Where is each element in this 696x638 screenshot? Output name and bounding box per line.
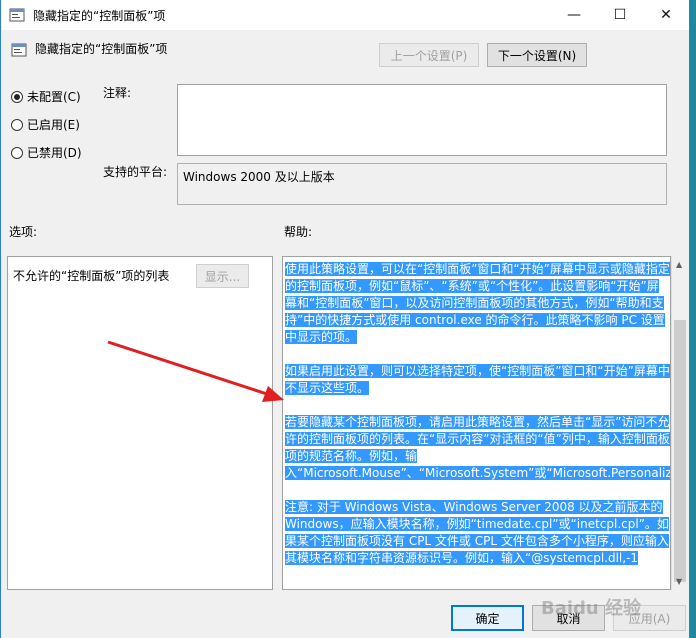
policy-setting-icon [11,43,27,57]
window-title: 隐藏指定的“控制面板”项 [33,9,166,23]
options-label: 选项: [9,225,38,239]
radio-label: 已启用(E) [27,118,80,132]
help-scrollbar[interactable]: ▲ ▼ [671,256,688,590]
previous-setting-button[interactable]: 上一个设置(P) [379,43,479,67]
scroll-up-icon[interactable]: ▲ [676,260,682,269]
policy-app-icon [9,8,25,22]
next-setting-button[interactable]: 下一个设置(N) [487,43,587,67]
scroll-down-icon[interactable]: ▼ [676,577,682,586]
radio-dot [11,118,23,131]
radio-enabled[interactable]: 已启用(E) [11,116,80,133]
radio-dot [11,90,23,103]
title-bar[interactable]: 隐藏指定的“控制面板”项 — ☐ ✕ [1,0,689,30]
baidu-watermark: Baidu 经验 [541,598,642,619]
maximize-button[interactable]: ☐ [597,0,643,30]
help-paragraph: 使用此策略设置，可以在“控制面板”窗口和“开始”屏幕中显示或隐藏指定的控制面板项… [285,262,670,344]
scrollbar-thumb[interactable] [674,320,686,582]
minimize-icon: — [567,7,581,23]
help-text: 使用此策略设置，可以在“控制面板”窗口和“开始”屏幕中显示或隐藏指定的控制面板项… [285,261,670,584]
radio-dot [11,146,23,159]
comment-textarea[interactable] [177,84,667,156]
radio-label: 未配置(C) [27,90,81,104]
policy-dialog: 隐藏指定的“控制面板”项 — ☐ ✕ 隐藏指定的“控制面板”项 上一个设置(P)… [0,0,690,638]
supported-platform-label: 支持的平台: [103,165,168,179]
help-paragraph: 如果启用此设置，则可以选择特定项，使“控制面板”窗口和“开始”屏幕中不显示这些项… [285,364,670,395]
comment-label: 注释: [103,86,132,100]
radio-label: 已禁用(D) [27,146,82,160]
setting-title: 隐藏指定的“控制面板”项 [35,42,168,56]
minimize-button[interactable]: — [551,0,597,30]
supported-platform-value: Windows 2000 及以上版本 [177,163,667,205]
help-label: 帮助: [284,225,313,239]
help-text-pane[interactable]: 使用此策略设置，可以在“控制面板”窗口和“开始”屏幕中显示或隐藏指定的控制面板项… [282,256,671,590]
radio-disabled[interactable]: 已禁用(D) [11,144,82,161]
help-paragraph: 若要隐藏某个控制面板项，请启用此策略设置，然后单击“显示”访问不允许的控制面板项… [285,415,670,480]
maximize-icon: ☐ [613,7,627,23]
close-button[interactable]: ✕ [643,0,689,30]
ok-button[interactable]: 确定 [451,605,524,631]
help-paragraph: 注意: 对于 Windows Vista、Windows Server 2008… [285,500,669,565]
close-icon: ✕ [660,7,672,23]
show-button[interactable]: 显示... [196,264,249,288]
options-pane: 不允许的“控制面板”项的列表 显示... [7,256,273,590]
disallowed-items-label: 不允许的“控制面板”项的列表 [13,269,170,283]
radio-not-configured[interactable]: 未配置(C) [11,88,81,105]
